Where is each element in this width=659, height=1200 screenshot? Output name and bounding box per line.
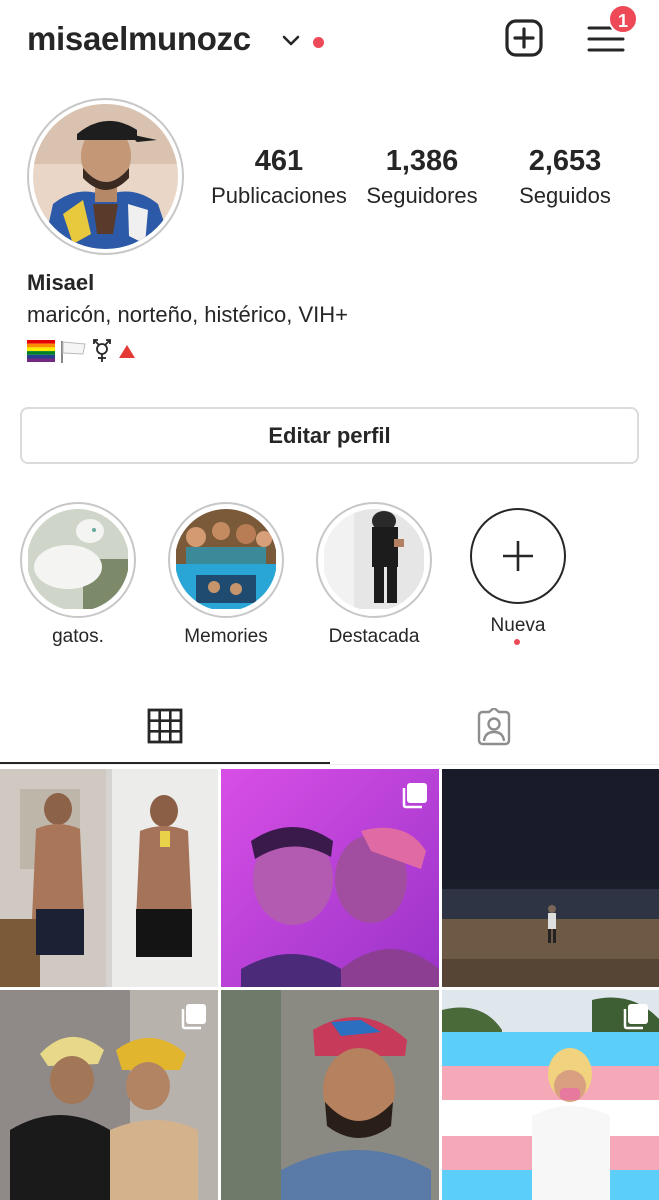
stat-following-value: 2,653 <box>528 145 602 177</box>
highlight-label: Memories <box>184 626 268 647</box>
bio-text: maricón, norteño, histérico, VIH+ <box>27 302 348 327</box>
stat-posts-value: 461 <box>254 145 304 177</box>
grid-post[interactable] <box>221 769 439 987</box>
notification-badge: 1 <box>608 4 638 34</box>
stat-followers[interactable]: 1,386 Seguidores <box>352 143 492 213</box>
rainbow-flag-icon <box>27 340 55 362</box>
top-bar: misaelmunozc 1 <box>0 0 659 86</box>
profile-name: Misael <box>27 270 95 295</box>
tab-divider <box>0 764 659 765</box>
white-flag-icon <box>61 341 86 363</box>
grid-post[interactable] <box>0 769 218 987</box>
highlight-cover <box>27 509 129 611</box>
highlight-label: gatos. <box>52 626 104 647</box>
carousel-icon <box>623 1004 648 1030</box>
activity-dot <box>313 37 324 48</box>
carousel-icon <box>402 783 427 809</box>
grid-icon <box>147 708 183 744</box>
new-highlight-button[interactable] <box>470 508 566 604</box>
grid-post[interactable] <box>0 990 218 1200</box>
highlight-ring <box>20 502 136 618</box>
avatar[interactable] <box>33 104 178 249</box>
highlight-label: Destacada <box>328 626 420 647</box>
stat-posts-label: Publicaciones <box>211 183 347 208</box>
highlight-destacada[interactable]: Destacada <box>316 502 432 648</box>
edit-profile-button[interactable]: Editar perfil <box>20 407 639 464</box>
grid-post[interactable] <box>221 990 439 1200</box>
tagged-person-icon <box>477 708 511 746</box>
highlight-ring <box>316 502 432 618</box>
tab-grid[interactable] <box>0 696 329 764</box>
stat-following-label: Seguidos <box>519 183 611 208</box>
carousel-icon <box>181 1004 206 1030</box>
highlight-gatos[interactable]: gatos. <box>20 502 136 648</box>
stat-posts: 461 Publicaciones <box>209 143 349 213</box>
new-highlight-dot <box>514 639 520 645</box>
tab-tagged[interactable] <box>330 696 659 764</box>
plus-icon <box>503 541 533 571</box>
stat-followers-value: 1,386 <box>385 145 459 177</box>
highlight-memories[interactable]: Memories <box>168 502 284 648</box>
plus-square-icon[interactable] <box>504 18 544 58</box>
transgender-symbol-icon <box>93 339 111 362</box>
stat-followers-label: Seguidores <box>366 183 478 208</box>
grid-post[interactable] <box>442 769 659 987</box>
red-triangle-icon <box>119 345 135 358</box>
username-switcher[interactable]: misaelmunozc <box>27 20 251 58</box>
grid-post[interactable] <box>442 990 659 1200</box>
new-highlight-label: Nueva <box>490 615 546 636</box>
chevron-down-icon[interactable] <box>281 33 301 49</box>
stat-following[interactable]: 2,653 Seguidos <box>495 143 635 213</box>
bio-emoji-row <box>27 338 137 364</box>
highlight-ring <box>168 502 284 618</box>
highlight-cover <box>175 509 277 611</box>
highlight-cover <box>323 509 425 611</box>
